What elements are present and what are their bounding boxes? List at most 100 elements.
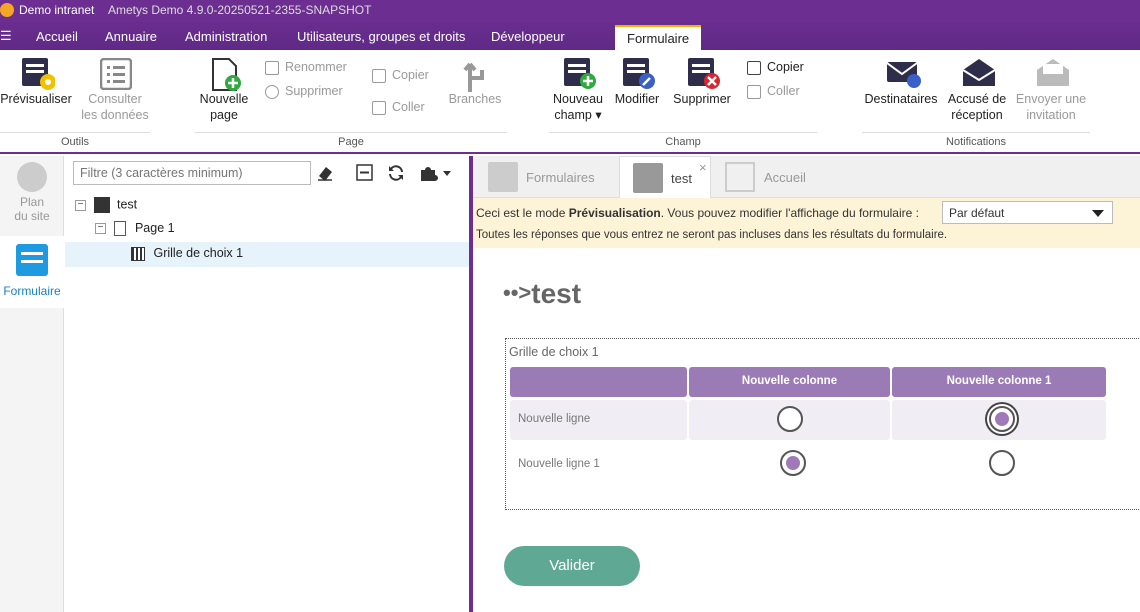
- radio-row2-col2[interactable]: [989, 450, 1015, 476]
- collapse-all-icon[interactable]: [356, 164, 374, 182]
- collapse-toggle-icon[interactable]: −: [75, 199, 86, 211]
- radio-row2-col1[interactable]: [780, 450, 806, 476]
- plugin-menu-icon[interactable]: [419, 164, 453, 182]
- new-page-label-1: Nouvelle: [199, 92, 249, 106]
- tab-formulaires-label: Formulaires: [526, 170, 595, 185]
- paste-page-button[interactable]: Coller: [372, 100, 425, 115]
- form-icon: [16, 244, 48, 276]
- tab-test[interactable]: test ×: [619, 156, 711, 199]
- tab-formulaires[interactable]: Formulaires: [485, 156, 621, 198]
- display-mode-select[interactable]: Par défaut: [942, 201, 1113, 224]
- preview-button[interactable]: Prévisualiser: [0, 58, 72, 107]
- rename-button[interactable]: Renommer: [265, 60, 347, 75]
- group-label-champ: Champ: [665, 136, 701, 148]
- send-invitation-button[interactable]: Envoyer une invitation: [1013, 58, 1089, 123]
- notice-bold: Prévisualisation: [568, 206, 661, 220]
- sitemap-label-1: Plan: [19, 195, 45, 209]
- new-field-label-1: Nouveau: [552, 92, 604, 106]
- invitation-icon: [1036, 58, 1069, 88]
- modify-field-label: Modifier: [614, 92, 660, 106]
- tree-node-root[interactable]: − test: [75, 197, 137, 213]
- group-label-outils: Outils: [60, 136, 90, 148]
- menu-accueil[interactable]: Accueil: [36, 29, 78, 44]
- form-node-icon: [94, 197, 111, 213]
- display-mode-value: Par défaut: [949, 206, 1005, 220]
- delete-field-button[interactable]: Supprimer: [669, 58, 735, 107]
- main-panel: Formulaires test × Accueil Ceci est le m…: [473, 156, 1140, 612]
- new-page-button[interactable]: Nouvelle page: [195, 58, 253, 123]
- sitemap-button[interactable]: Plan du site: [0, 162, 64, 223]
- ametys-logo-icon: [0, 3, 14, 17]
- separator: [195, 132, 507, 133]
- copy-icon: [747, 60, 761, 75]
- grid-row-2-label: Nouvelle ligne 1: [518, 458, 600, 470]
- menu-annuaire[interactable]: Annuaire: [105, 29, 157, 44]
- tree-field-label: Grille de choix 1: [153, 246, 244, 260]
- mail-icon: [886, 58, 921, 88]
- radio-row1-col1[interactable]: [777, 406, 803, 432]
- submit-button[interactable]: Valider: [504, 546, 640, 586]
- modify-field-button[interactable]: Modifier: [611, 58, 663, 107]
- refresh-icon[interactable]: [387, 164, 405, 182]
- copy-field-button[interactable]: Copier: [747, 60, 804, 75]
- grid-title: Grille de choix 1: [509, 345, 599, 359]
- close-tab-icon[interactable]: ×: [699, 160, 707, 175]
- preview-label: Prévisualiser: [0, 92, 72, 106]
- separator: [0, 132, 150, 133]
- app-version: Ametys Demo 4.9.0-20250521-2355-SNAPSHOT: [108, 3, 372, 17]
- tab-accueil[interactable]: Accueil: [725, 156, 825, 198]
- filter-input[interactable]: [73, 161, 311, 185]
- notice-line-2: Toutes les réponses que vous entrez ne s…: [476, 229, 948, 241]
- invite-label-1: Envoyer une: [1015, 92, 1087, 106]
- formulaire-label: Formulaire: [3, 284, 61, 298]
- new-field-button[interactable]: Nouveau champ ▾: [549, 58, 607, 123]
- eraser-icon[interactable]: [316, 164, 334, 182]
- branches-button[interactable]: Branches: [447, 58, 503, 107]
- tree-node-field[interactable]: Grille de choix 1: [65, 242, 469, 267]
- tree-root-label: test: [116, 197, 138, 212]
- title-bar: Demo intranet Ametys Demo 4.9.0-20250521…: [0, 0, 1140, 22]
- arrow-logo-icon: ••>: [503, 280, 532, 305]
- tab-bar: Formulaires test × Accueil: [473, 156, 1140, 199]
- forms-tab-icon: [488, 162, 518, 192]
- ack-button[interactable]: Accusé de réception: [944, 58, 1010, 123]
- paste-icon: [372, 100, 386, 115]
- formulaire-button[interactable]: Formulaire: [0, 236, 64, 308]
- separator: [862, 132, 1090, 133]
- menu-formulaire[interactable]: Formulaire: [615, 25, 702, 50]
- copy-page-button[interactable]: Copier: [372, 68, 429, 83]
- menu-administration[interactable]: Administration: [185, 29, 267, 44]
- paste-icon: [747, 84, 761, 99]
- preview-icon: [21, 58, 56, 90]
- notice-line-1: Ceci est le mode Prévisualisation. Vous …: [476, 206, 919, 220]
- consult-label-2: les données: [81, 108, 149, 122]
- copy-label: Copier: [767, 60, 804, 74]
- site-name: Demo intranet: [19, 3, 95, 17]
- globe-icon: [17, 162, 47, 192]
- edit-field-icon: [622, 58, 655, 89]
- preview-notice: Ceci est le mode Prévisualisation. Vous …: [473, 198, 1140, 248]
- paste-label: Coller: [767, 84, 800, 98]
- menu-developpeur[interactable]: Développeur: [491, 29, 565, 44]
- notice-post: . Vous pouvez modifier l'affichage du fo…: [660, 206, 919, 220]
- sitemap-label-2: du site: [14, 209, 50, 223]
- new-field-label-2: champ ▾: [554, 108, 602, 122]
- group-label-notifications: Notifications: [946, 136, 1006, 148]
- tree-node-page[interactable]: − Page 1: [95, 221, 175, 237]
- notice-pre: Ceci est le mode: [476, 206, 569, 220]
- recipients-label: Destinataires: [864, 92, 938, 106]
- chevron-down-icon: [1092, 210, 1104, 217]
- left-toolbar: Plan du site Formulaire: [0, 156, 64, 612]
- recipients-button[interactable]: Destinataires: [862, 58, 940, 107]
- delete-page-button[interactable]: Supprimer: [265, 84, 343, 99]
- paste-field-button[interactable]: Coller: [747, 84, 800, 99]
- hamburger-menu-icon[interactable]: ☰: [0, 28, 12, 44]
- tree-page-label: Page 1: [134, 221, 175, 235]
- grid-row-label-cell: Nouvelle ligne: [510, 400, 687, 440]
- collapse-toggle-icon[interactable]: −: [95, 223, 106, 235]
- radio-row1-col2[interactable]: [989, 406, 1015, 432]
- rename-label: Renommer: [285, 60, 347, 74]
- branches-label: Branches: [448, 92, 502, 106]
- menu-users-groups-rights[interactable]: Utilisateurs, groupes et droits: [297, 29, 465, 44]
- consult-data-button[interactable]: Consulter les données: [80, 57, 150, 123]
